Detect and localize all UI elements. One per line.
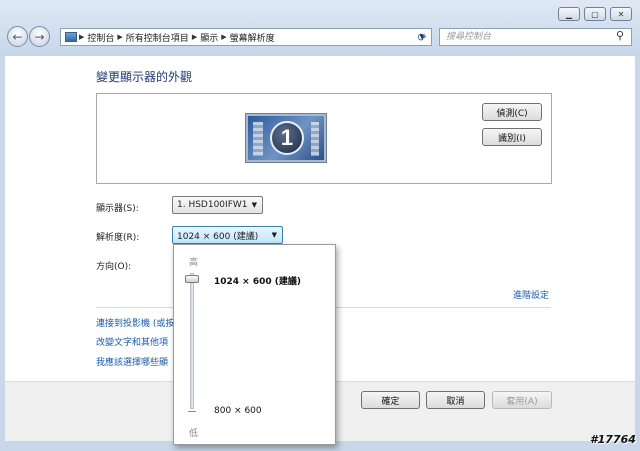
resolution-dropdown-popup[interactable]: 高 1024 × 600 (建議) 800 × 600 低 — [173, 244, 336, 445]
orientation-label: 方向(O): — [96, 262, 132, 272]
breadcrumb-separator-icon: ▶ — [191, 33, 198, 41]
monitor-number-badge: 1 — [270, 121, 304, 155]
watermark-text: #17764 — [590, 433, 636, 446]
search-placeholder: 搜尋控制台 — [446, 32, 492, 42]
detect-button[interactable]: 偵測(C) — [482, 103, 542, 121]
chevron-down-icon: ▼ — [251, 201, 257, 209]
high-label: 高 — [189, 258, 199, 268]
close-button[interactable]: ✕ — [610, 7, 632, 21]
control-panel-icon — [65, 32, 77, 42]
ok-button[interactable]: 確定 — [361, 391, 420, 409]
breadcrumb-separator-icon: ▶ — [79, 33, 85, 41]
resolution-slider-thumb[interactable] — [185, 275, 199, 283]
back-button[interactable]: ← — [7, 26, 28, 47]
maximize-icon: ▢ — [591, 9, 599, 19]
display-select[interactable]: 1. HSD100IFW1 ▼ — [172, 196, 263, 214]
text-size-link[interactable]: 改變文字和其他項 — [96, 335, 168, 348]
display-label: 顯示器(S): — [96, 204, 139, 214]
resolution-label: 解析度(R): — [96, 233, 140, 243]
minimize-button[interactable]: ▁ — [558, 7, 580, 21]
refresh-button[interactable]: ⟳ — [413, 29, 431, 45]
projector-link[interactable]: 連接到投影機 (或按 — [96, 316, 174, 329]
search-icon[interactable]: ⚲ — [616, 29, 624, 42]
resolution-option-bottom[interactable]: 800 × 600 — [214, 406, 262, 416]
page-title: 變更顯示器的外觀 — [96, 70, 193, 84]
resolution-select[interactable]: 1024 × 600 (建議) ▼ — [172, 226, 283, 244]
close-icon: ✕ — [617, 9, 625, 19]
resolution-slider-track[interactable] — [190, 273, 194, 409]
which-display-link[interactable]: 我應該選擇哪些顯 — [96, 355, 168, 368]
resolution-option-top[interactable]: 1024 × 600 (建議) — [214, 274, 301, 287]
minimize-icon: ▁ — [565, 9, 573, 19]
breadcrumb-screen-resolution[interactable]: 螢幕解析度 — [230, 31, 275, 44]
resolution-select-value: 1024 × 600 (建議) — [177, 231, 259, 242]
maximize-button[interactable]: ▢ — [584, 7, 606, 21]
chevron-down-icon: ▼ — [271, 231, 277, 239]
forward-button[interactable]: → — [29, 26, 50, 47]
low-label: 低 — [189, 429, 199, 439]
breadcrumb-separator-icon: ▶ — [117, 33, 123, 41]
apply-button: 套用(A) — [492, 391, 552, 409]
back-arrow-icon: ← — [12, 29, 23, 44]
display-select-value: 1. HSD100IFW1 — [177, 200, 248, 210]
refresh-icon: ⟳ — [417, 30, 427, 44]
address-bar[interactable]: ▶ 控制台 ▶ 所有控制台項目 ▶ 顯示 ▶ 螢幕解析度 ▼ — [60, 28, 432, 46]
breadcrumb-separator-icon: ▶ — [221, 33, 227, 41]
search-input[interactable]: 搜尋控制台 — [439, 28, 632, 46]
identify-button[interactable]: 識別(I) — [482, 128, 542, 146]
breadcrumb-all-items[interactable]: 所有控制台項目 — [126, 31, 189, 44]
breadcrumb-control-panel[interactable]: 控制台 — [87, 31, 114, 44]
cancel-button[interactable]: 取消 — [426, 391, 485, 409]
breadcrumb-display[interactable]: 顯示 — [200, 31, 218, 44]
slider-tick — [188, 411, 196, 412]
advanced-settings-link[interactable]: 進階設定 — [513, 288, 549, 301]
forward-arrow-icon: → — [34, 29, 45, 44]
